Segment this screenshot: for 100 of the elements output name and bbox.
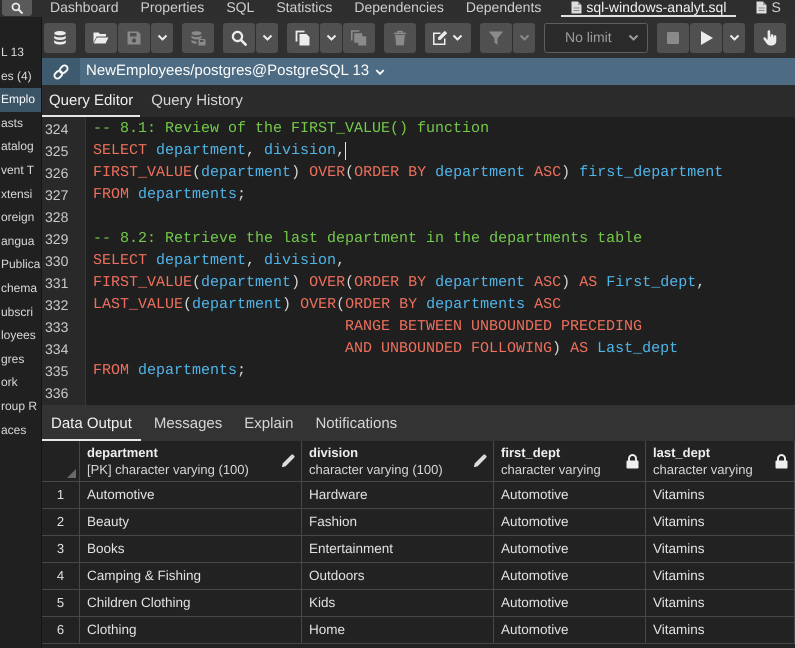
table-cell: Hardware: [302, 482, 494, 508]
tree-item[interactable]: ubscri: [0, 300, 41, 324]
toolbar-button[interactable]: [690, 22, 722, 52]
column-type: character varying: [653, 460, 753, 478]
code-line: FIRST_VALUE(department) OVER(ORDER BY department ASC) first_department: [93, 163, 724, 183]
connection-button[interactable]: [42, 58, 80, 85]
table-cell: Fashion: [302, 509, 494, 535]
tree-item[interactable]: L 13: [0, 41, 41, 65]
stop-icon: [665, 30, 681, 46]
code-line: SELECT department, division,: [93, 141, 346, 161]
table-cell: Vitamins: [646, 590, 795, 616]
line-number: 324: [44, 120, 70, 139]
table-cell: Home: [302, 617, 494, 643]
toolbar-button[interactable]: [85, 22, 117, 52]
column-name: last_dept: [653, 444, 712, 460]
tree-item[interactable]: ork: [0, 371, 41, 395]
tab[interactable]: Explain: [235, 408, 302, 441]
row-number: 3: [42, 536, 80, 562]
tree-item[interactable]: vent T: [0, 158, 41, 183]
table-cell: Kids: [302, 590, 494, 616]
tab[interactable]: S: [754, 0, 783, 17]
toolbar-button[interactable]: [425, 22, 471, 52]
table-cell: Beauty: [80, 509, 302, 535]
toolbar-button[interactable]: [44, 22, 76, 52]
tree-item[interactable]: xtensi: [0, 182, 41, 206]
table-cell: Books: [80, 536, 302, 562]
tree-item[interactable]: asts: [0, 112, 41, 136]
line-number: 330: [44, 252, 70, 271]
table-cell: Camping & Fishing: [80, 563, 302, 589]
toolbar-button[interactable]: [754, 22, 786, 52]
edit-icon: [432, 30, 448, 46]
tree-item[interactable]: Emplo: [0, 88, 41, 112]
hand-pointer-icon: [762, 30, 778, 46]
tree-item[interactable]: angua: [0, 230, 41, 254]
column-name: first_dept: [501, 444, 562, 460]
trash-icon: [392, 30, 408, 46]
line-number: 333: [44, 318, 70, 337]
row-number: 1: [42, 482, 80, 508]
line-number: 332: [44, 296, 70, 315]
tree-item[interactable]: chema: [0, 276, 41, 301]
sort-corner-icon: [67, 469, 76, 478]
copy-icon: [295, 30, 311, 46]
tree-item[interactable]: oreign: [0, 206, 41, 230]
line-number: 328: [44, 208, 70, 227]
search-button[interactable]: [2, 0, 32, 16]
play-icon: [698, 30, 714, 46]
tree-item[interactable]: roup R: [0, 394, 41, 418]
line-number: 327: [44, 186, 70, 205]
code-line: FROM departments;: [93, 185, 246, 205]
table-cell: Vitamins: [646, 509, 795, 535]
dropdown-button[interactable]: [320, 22, 342, 52]
tab[interactable]: Properties: [138, 0, 206, 17]
dropdown-button[interactable]: [256, 22, 278, 52]
row-number: 6: [42, 617, 80, 643]
column-name: division: [309, 444, 360, 460]
tab[interactable]: Notifications: [306, 408, 406, 441]
tree-item[interactable]: aces: [0, 418, 41, 442]
limit-select[interactable]: No limit: [544, 22, 648, 52]
tab[interactable]: Dependencies: [352, 0, 446, 17]
dropdown-button[interactable]: [151, 22, 173, 52]
tree-item[interactable]: Publica: [0, 253, 41, 277]
column-type: character varying: [501, 460, 601, 478]
table-cell: Automotive: [494, 617, 646, 643]
tab[interactable]: Query History: [144, 87, 250, 117]
tree-item[interactable]: gres: [0, 348, 41, 372]
tab[interactable]: SQL: [224, 0, 256, 17]
code-line: AND UNBOUNDED FOLLOWING) AS Last_dept: [345, 339, 678, 359]
row-number: 2: [42, 509, 80, 535]
line-number: 331: [44, 274, 70, 293]
code-line: LAST_VALUE(department) OVER(ORDER BY departments ASC: [93, 295, 562, 315]
table-cell: Vitamins: [646, 536, 795, 562]
code-line: SELECT department, division,: [93, 251, 346, 271]
tree-item[interactable]: es (4): [0, 64, 41, 88]
connection-select[interactable]: NewEmployees/postgres@PostgreSQL 13: [80, 58, 386, 85]
tab[interactable]: Statistics: [274, 0, 334, 17]
column-type: character varying (100): [309, 460, 443, 478]
code-line: FIRST_VALUE(department) OVER(ORDER BY department ASC) AS First_dept,: [93, 273, 706, 293]
tab[interactable]: Dependents: [464, 0, 544, 17]
column-name: department: [87, 444, 159, 460]
table-cell: Vitamins: [646, 563, 795, 589]
table-cell: Automotive: [80, 482, 302, 508]
table-cell: Vitamins: [646, 482, 795, 508]
table-cell: Children Clothing: [80, 590, 302, 616]
tab[interactable]: Messages: [144, 408, 232, 441]
table-cell: Automotive: [494, 509, 646, 535]
file-icon: [571, 1, 582, 14]
row-number: 4: [42, 563, 80, 589]
row-number: 5: [42, 590, 80, 616]
tree-item[interactable]: loyees: [0, 324, 41, 348]
tab[interactable]: Dashboard: [48, 0, 120, 17]
table-cell: Automotive: [494, 590, 646, 616]
table-cell: Vitamins: [646, 617, 795, 643]
database-icon: [52, 30, 68, 46]
dropdown-button[interactable]: [723, 22, 745, 52]
toolbar-button[interactable]: [287, 22, 319, 52]
toolbar-button[interactable]: [223, 22, 255, 52]
search-icon: [11, 2, 23, 14]
line-number: 334: [44, 340, 70, 359]
tree-item[interactable]: atalog: [0, 135, 41, 159]
code-line: -- 8.2: Retrieve the last department in the departments table: [93, 229, 642, 249]
